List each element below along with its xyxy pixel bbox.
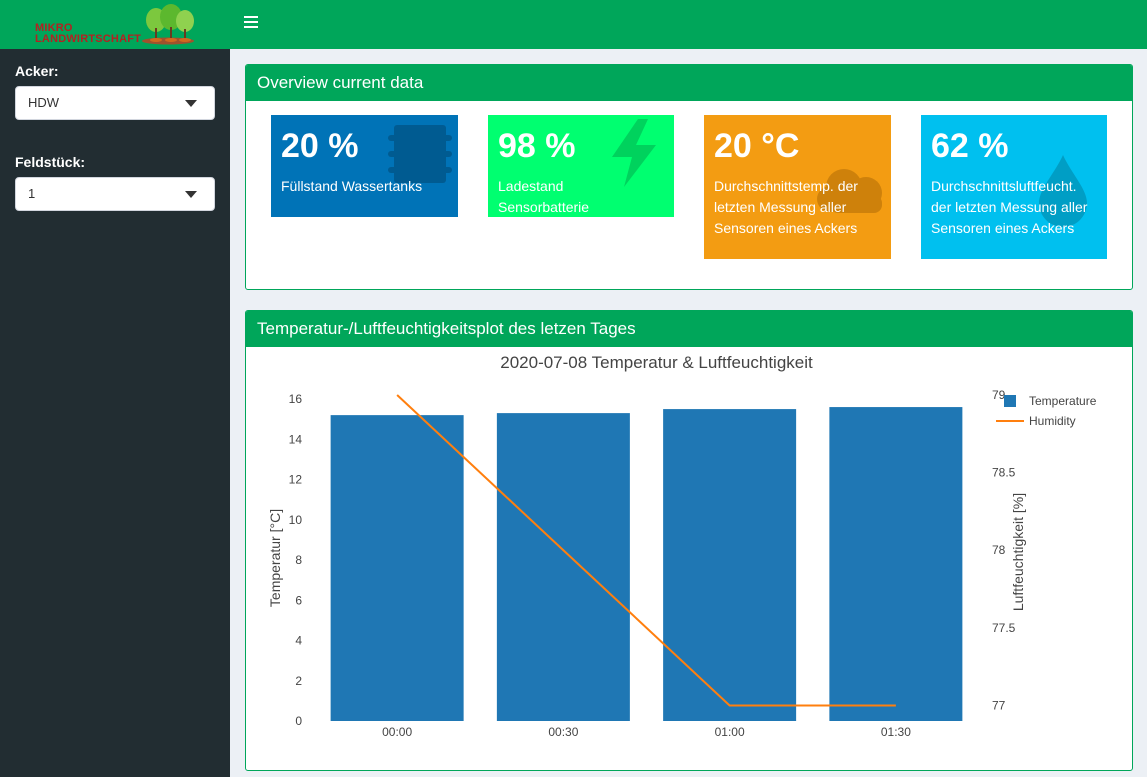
chevron-down-icon — [185, 191, 197, 198]
acker-select-value: HDW — [28, 95, 60, 110]
y2-axis-title: Luftfeuchtigkeit [%] — [1010, 493, 1026, 611]
value-box-battery: 98 % Ladestand Sensorbatterie — [488, 115, 674, 217]
y2-tick-label: 77 — [992, 698, 1006, 712]
overview-box-title: Overview current data — [246, 65, 1132, 101]
x-tick-label: 00:00 — [382, 725, 412, 739]
sidebar: MIKRO LANDWIRTSCHAFT Acker: HDW Feldstüc… — [0, 0, 230, 777]
legend-humidity-label: Humidity — [1029, 414, 1076, 428]
y-tick-label: 8 — [295, 553, 302, 567]
y-tick-label: 12 — [289, 473, 303, 487]
x-tick-label: 01:30 — [881, 725, 911, 739]
y2-tick-label: 79 — [992, 388, 1006, 402]
temperature-bar — [330, 415, 464, 721]
feldstueck-select-value: 1 — [28, 186, 36, 201]
value-box-humidity: 62 % Durchschnittsluftfeucht. der letzte… — [921, 115, 1107, 259]
chart-title: 2020-07-08 Temperatur & Luftfeuchtigkeit — [500, 353, 813, 372]
temperature-humidity-chart[interactable]: 2020-07-08 Temperatur & Luftfeuchtigkeit… — [246, 348, 1132, 771]
y-tick-label: 4 — [295, 634, 302, 648]
acker-select[interactable]: HDW — [15, 86, 215, 120]
feldstueck-select[interactable]: 1 — [15, 177, 215, 211]
x-tick-label: 01:00 — [715, 725, 745, 739]
value-box-water-tank: 20 % Füllstand Wassertanks — [271, 115, 458, 217]
y2-tick-label: 78.5 — [992, 466, 1016, 480]
y2-tick-label: 78 — [992, 543, 1006, 557]
battery-value: 98 % — [498, 127, 576, 165]
feldstueck-label: Feldstück: — [15, 154, 86, 170]
temperature-value: 20 °C — [714, 127, 800, 165]
humidity-line — [396, 394, 896, 707]
y-axis-title: Temperatur [°C] — [267, 509, 283, 607]
acker-label: Acker: — [15, 63, 59, 79]
water-tank-value: 20 % — [281, 127, 359, 165]
y2-tick-label: 77.5 — [992, 621, 1016, 635]
logo-trees-icon — [142, 4, 194, 45]
overview-box: Overview current data 20 % Füllstand Was… — [245, 64, 1133, 290]
logo-text: MIKRO LANDWIRTSCHAFT — [35, 23, 141, 45]
x-tick-label: 00:30 — [548, 725, 578, 739]
y-tick-label: 6 — [295, 593, 302, 607]
battery-subtitle: Ladestand Sensorbatterie — [498, 178, 590, 215]
chevron-down-icon — [185, 100, 197, 107]
y-tick-label: 10 — [289, 513, 303, 527]
y-tick-label: 16 — [289, 392, 303, 406]
legend-temperature-swatch — [1004, 395, 1016, 407]
plot-box-title: Temperatur-/Luftfeuchtigkeitsplot des le… — [246, 311, 1132, 347]
legend-temperature-label: Temperature — [1029, 394, 1097, 408]
humidity-subtitle: Durchschnittsluftfeucht. der letzten Mes… — [931, 178, 1088, 236]
plot-box: Temperatur-/Luftfeuchtigkeitsplot des le… — [245, 310, 1133, 771]
water-tank-subtitle: Füllstand Wassertanks — [281, 178, 423, 194]
temperature-bar — [663, 409, 797, 721]
y-tick-label: 0 — [295, 714, 302, 728]
temperature-bar — [829, 407, 963, 721]
logo-line-2: LANDWIRTSCHAFT — [35, 33, 142, 45]
sidebar-toggle-icon[interactable] — [244, 16, 258, 30]
temperature-subtitle: Durchschnittstemp. der letzten Messung a… — [714, 178, 858, 236]
humidity-value: 62 % — [931, 127, 1009, 165]
y-tick-label: 14 — [289, 432, 303, 446]
logo[interactable]: MIKRO LANDWIRTSCHAFT — [0, 0, 230, 49]
value-box-temperature: 20 °C Durchschnittstemp. der letzten Mes… — [704, 115, 891, 259]
y-tick-label: 2 — [295, 674, 302, 688]
header — [230, 0, 1147, 49]
temperature-bar — [496, 413, 630, 721]
